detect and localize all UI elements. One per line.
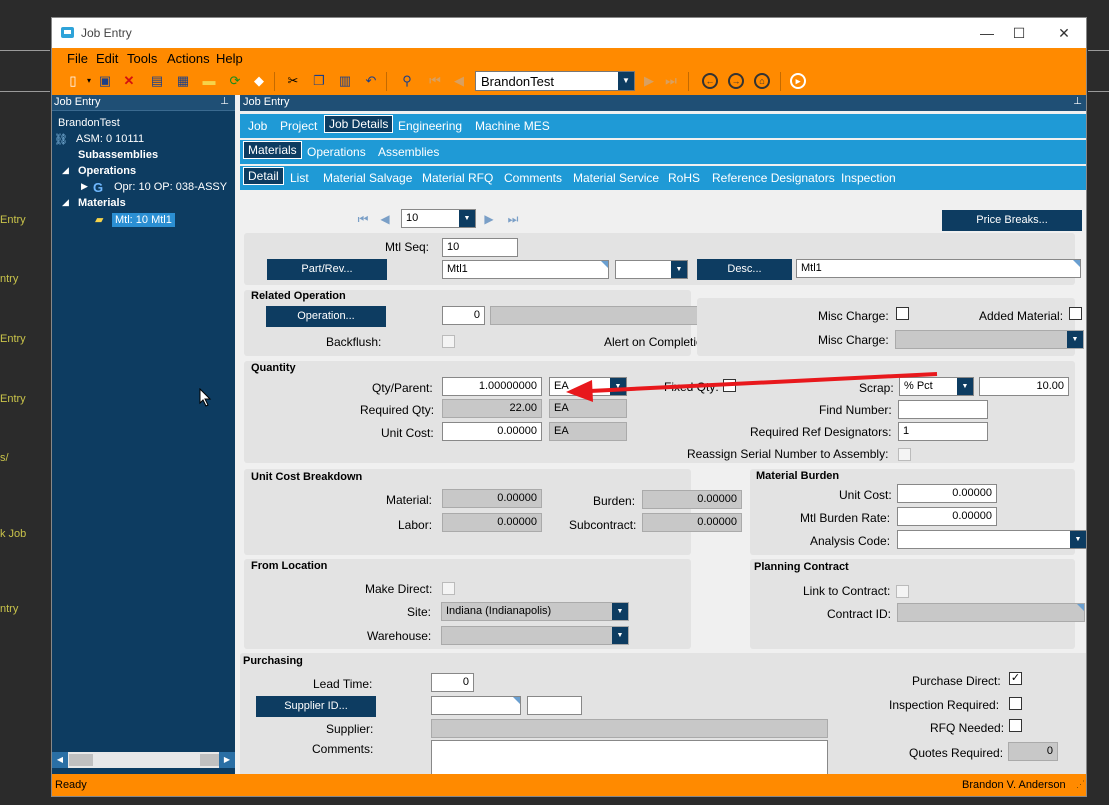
annotation-arrow-line [589, 372, 938, 393]
annotation-arrow-head [566, 380, 593, 402]
annotation-arrow-overlay [566, 372, 938, 402]
mouse-cursor-icon [199, 388, 212, 407]
